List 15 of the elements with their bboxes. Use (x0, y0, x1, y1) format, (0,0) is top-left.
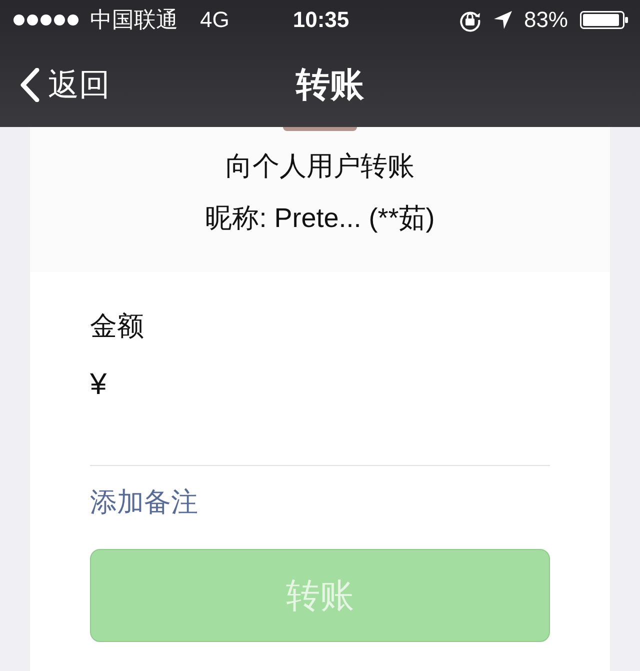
recipient-nickname: 昵称: Prete... (**茹) (205, 202, 435, 235)
network-type: 4G (200, 7, 230, 33)
signal-icon (13, 14, 80, 26)
add-remark-link[interactable]: 添加备注 (90, 485, 198, 519)
amount-input-field[interactable]: ¥ (90, 343, 550, 466)
battery-percentage: 83% (524, 7, 568, 33)
battery-icon (580, 11, 629, 29)
location-arrow-icon (494, 11, 512, 29)
recipient-heading: 向个人用户转账 (226, 150, 414, 183)
back-button[interactable]: 返回 (20, 66, 110, 104)
amount-label: 金额 (90, 310, 144, 343)
status-time: 10:35 (292, 7, 350, 33)
carrier-name: 中国联通 (90, 7, 178, 33)
back-chevron-icon (20, 68, 40, 102)
page-title: 转账 (296, 64, 364, 104)
